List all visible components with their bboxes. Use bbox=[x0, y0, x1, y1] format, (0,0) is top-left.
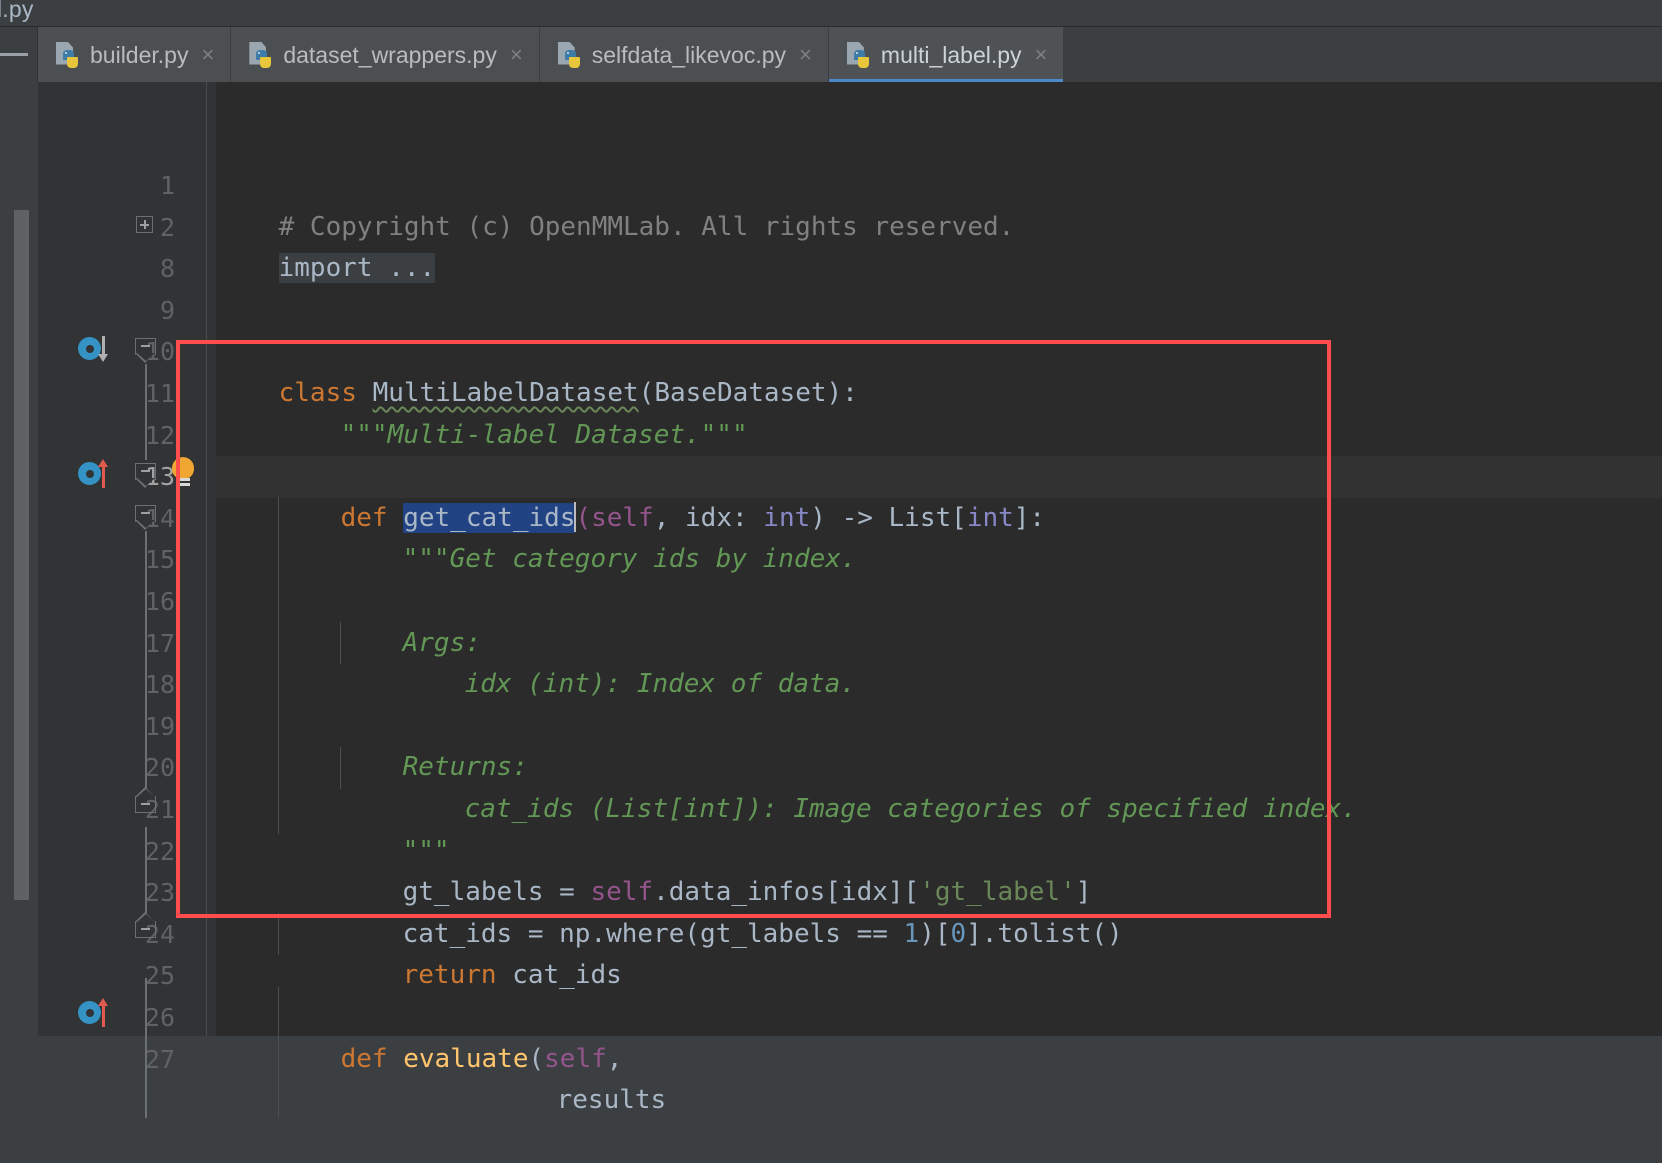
fold-end-icon[interactable] bbox=[135, 912, 157, 938]
return-value-token: cat_ids bbox=[496, 960, 622, 991]
tab-label: builder.py bbox=[90, 41, 189, 68]
fold-collapse-icon[interactable] bbox=[135, 338, 157, 364]
tab-label: dataset_wrappers.py bbox=[283, 41, 497, 68]
fold-region-line bbox=[145, 364, 147, 460]
keyword-return-token: return bbox=[402, 960, 497, 991]
breadcrumb-strip: el.py bbox=[0, 0, 1662, 26]
docstring-token: """Multi-label Dataset.""" bbox=[340, 419, 748, 450]
line-number: 1 bbox=[159, 171, 175, 200]
tab-label: selfdata_likevoc.py bbox=[591, 41, 787, 68]
fold-expand-icon[interactable] bbox=[136, 216, 156, 236]
tab-multi-label-py[interactable]: multi_label.py × bbox=[828, 27, 1065, 83]
fold-end-icon[interactable] bbox=[135, 787, 157, 813]
lightbulb-icon[interactable] bbox=[170, 457, 196, 489]
tab-builder-py[interactable]: builder.py × bbox=[38, 27, 232, 83]
line-number: 9 bbox=[159, 295, 175, 325]
tab-list: builder.py × dataset_wrappers.py × selfd… bbox=[38, 27, 1065, 83]
python-file-icon bbox=[557, 41, 581, 69]
code-editor[interactable]: 1 2 8 9 10 11 12 13 14 15 16 17 18 19 20… bbox=[0, 82, 1662, 1118]
signature-tail-token: ]: bbox=[1013, 502, 1046, 533]
close-icon[interactable]: × bbox=[508, 44, 523, 66]
python-file-icon bbox=[249, 41, 272, 69]
editor-left-lane bbox=[0, 82, 38, 1036]
python-file-icon bbox=[846, 41, 870, 69]
vertical-scrollbar-thumb[interactable] bbox=[14, 210, 29, 900]
method-call-token: ].tolist() bbox=[966, 918, 1123, 949]
implemented-method-icon[interactable] bbox=[78, 334, 122, 364]
code-line-2[interactable]: import ... bbox=[216, 207, 436, 332]
editor-tab-bar: builder.py × dataset_wrappers.py × selfd… bbox=[0, 26, 1662, 83]
fold-collapse-icon[interactable] bbox=[135, 463, 157, 489]
number-token: 1 bbox=[903, 918, 920, 949]
folded-import-token[interactable]: import ... bbox=[278, 253, 436, 284]
breadcrumb[interactable]: el.py bbox=[0, 0, 34, 23]
bracket-token: )[ bbox=[919, 918, 951, 949]
fold-region-line bbox=[145, 531, 147, 791]
tab-selfdata-likevoc-py[interactable]: selfdata_likevoc.py × bbox=[539, 27, 829, 83]
type-int2-token: int bbox=[966, 502, 1014, 533]
docstring-token: idx (int): Index of data. bbox=[464, 669, 856, 700]
fold-region-line bbox=[145, 827, 147, 917]
fold-region-line bbox=[145, 978, 147, 1118]
param-token: results bbox=[556, 1085, 667, 1116]
tab-label: multi_label.py bbox=[880, 41, 1022, 68]
gutter-separator bbox=[206, 82, 207, 1036]
close-icon[interactable]: × bbox=[797, 44, 812, 66]
close-icon[interactable]: × bbox=[1033, 44, 1048, 66]
line-number: 8 bbox=[159, 254, 175, 284]
docstring-token: """Get category ids by index. bbox=[402, 544, 857, 575]
close-icon[interactable]: × bbox=[199, 44, 214, 66]
tab-dataset-wrappers-py[interactable]: dataset_wrappers.py × bbox=[231, 27, 540, 83]
docstring-token: cat_ids (List[int]): Image categories of… bbox=[464, 793, 1357, 824]
python-file-icon bbox=[56, 41, 79, 69]
overriding-method-icon[interactable] bbox=[78, 459, 122, 489]
overriding-method-icon[interactable] bbox=[78, 998, 122, 1028]
number-token: 0 bbox=[950, 918, 967, 949]
code-line-27[interactable]: results bbox=[216, 1039, 667, 1163]
minimize-icon[interactable] bbox=[0, 53, 28, 56]
fold-collapse-icon[interactable] bbox=[135, 505, 157, 531]
